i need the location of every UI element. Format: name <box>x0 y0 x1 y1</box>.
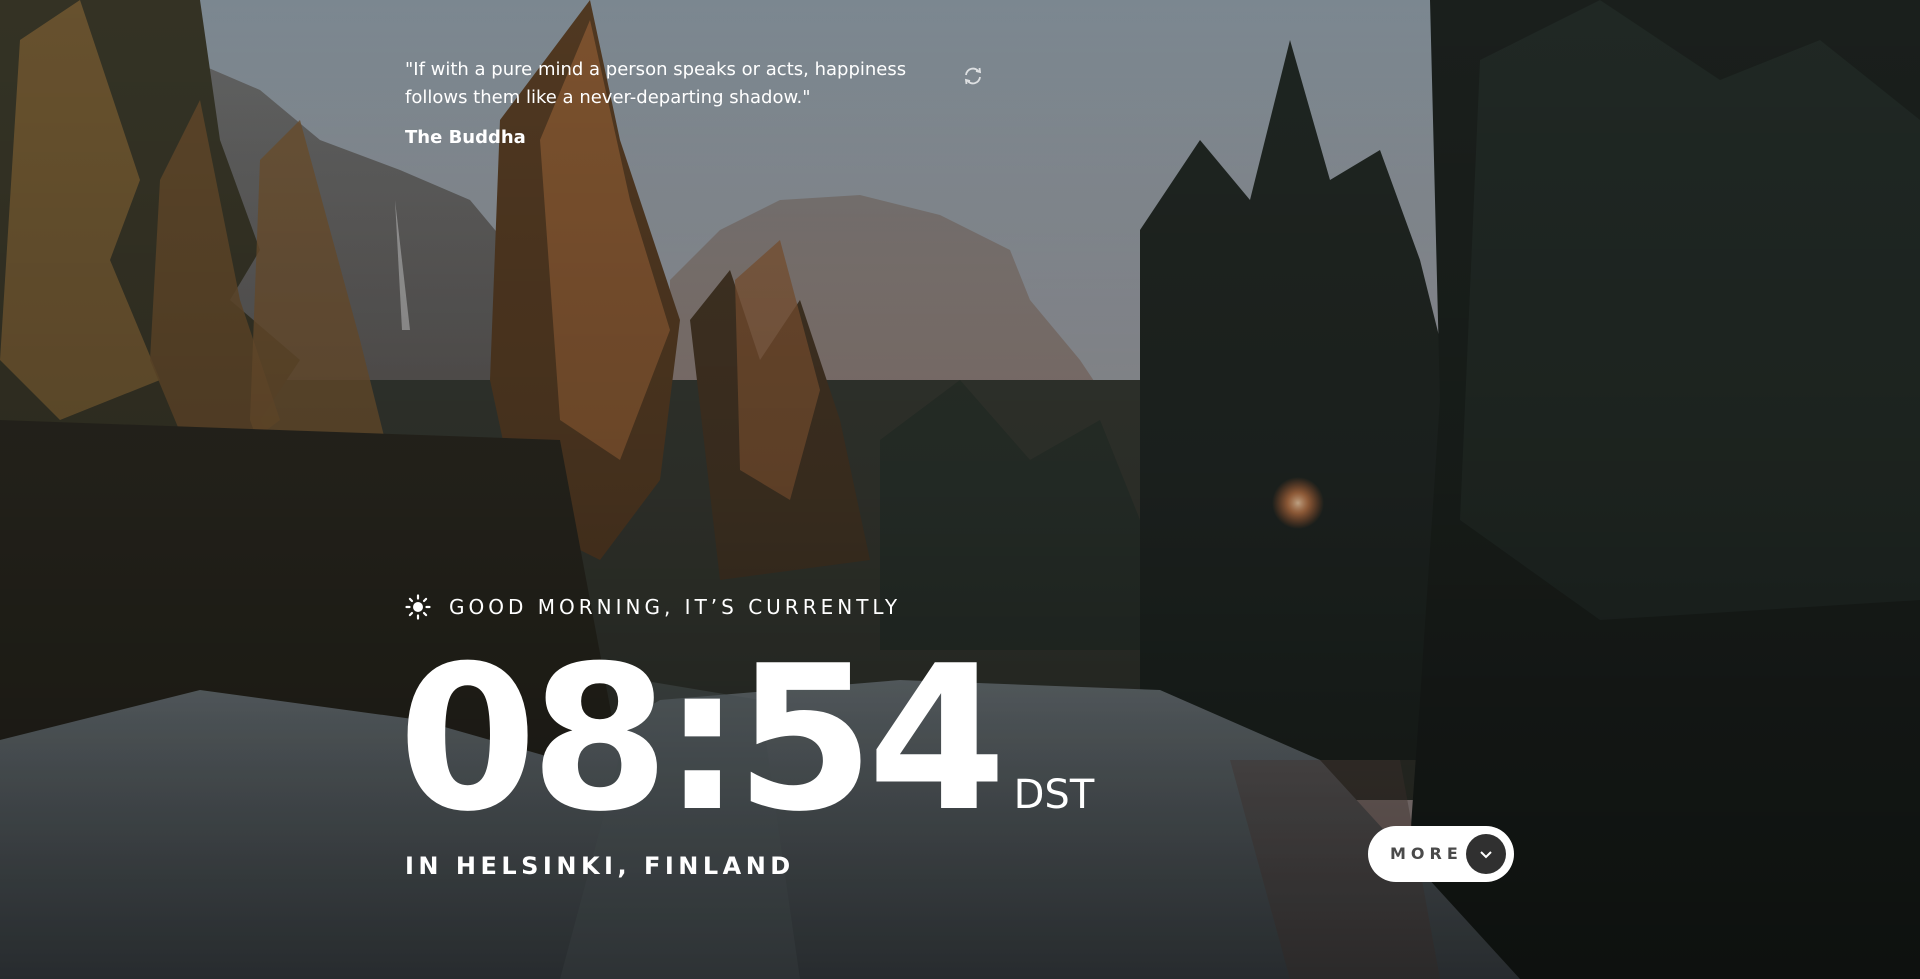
clock: 08:54 DST <box>398 640 1094 840</box>
sun-icon <box>405 594 431 620</box>
more-button[interactable]: MORE <box>1368 826 1514 882</box>
clock-timezone: DST <box>1013 772 1095 818</box>
quote-text: "If with a pure mind a person speaks or … <box>405 59 907 108</box>
app-root: "If with a pure mind a person speaks or … <box>0 0 1920 979</box>
quote-author: The Buddha <box>405 127 526 148</box>
quote-block: "If with a pure mind a person speaks or … <box>405 56 982 150</box>
chevron-down-icon <box>1466 834 1506 874</box>
more-button-label: MORE <box>1390 844 1463 863</box>
location-text: IN HELSINKI, FINLAND <box>405 852 795 880</box>
clock-time: 08:54 <box>398 623 1007 856</box>
greeting: GOOD MORNING, IT’S CURRENTLY <box>405 593 901 621</box>
refresh-icon[interactable] <box>961 64 985 88</box>
greeting-text: GOOD MORNING, IT’S CURRENTLY <box>449 595 902 619</box>
